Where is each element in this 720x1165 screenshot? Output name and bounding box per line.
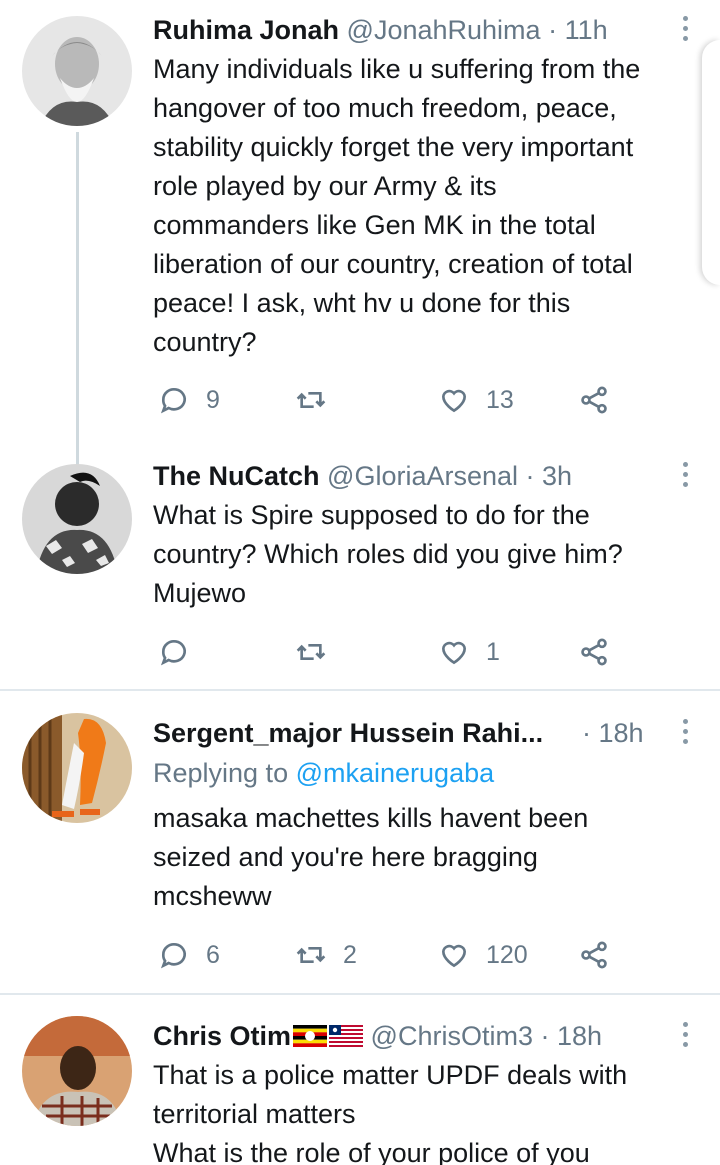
timestamp[interactable]: · 11h	[548, 15, 608, 45]
like-count: 1	[486, 637, 500, 666]
retweet-button[interactable]	[295, 380, 343, 420]
share-icon	[581, 941, 607, 969]
reply-count: 9	[206, 385, 220, 414]
share-button[interactable]	[578, 632, 610, 672]
retweet-icon	[296, 392, 326, 408]
timestamp[interactable]: · 18h	[582, 718, 644, 748]
more-icon[interactable]	[682, 462, 690, 490]
reply-icon	[160, 388, 186, 414]
tweet-text: Many individuals like u suffering from t…	[153, 54, 641, 357]
retweet-count: 2	[343, 940, 357, 969]
share-icon	[581, 386, 607, 414]
retweet-button[interactable]	[295, 632, 343, 672]
user-handle[interactable]: @ChrisOtim3	[371, 1021, 533, 1051]
more-icon[interactable]	[682, 16, 690, 44]
action-bar: 6 2 120	[153, 935, 623, 975]
uganda-flag-icon	[293, 1018, 328, 1047]
display-name[interactable]: Chris Otim	[153, 1021, 291, 1051]
like-icon	[441, 641, 467, 665]
tweet-header: The NuCatch @GloriaArsenal · 3h	[153, 456, 572, 496]
tweet-text: masaka machettes kills havent been seize…	[153, 803, 589, 911]
like-count: 13	[486, 385, 514, 414]
share-button[interactable]	[578, 380, 610, 420]
avatar[interactable]	[22, 713, 132, 823]
retweet-button[interactable]: 2	[295, 935, 357, 975]
user-handle[interactable]: @JonahRuhima	[347, 15, 541, 45]
divider	[0, 993, 720, 995]
action-bar: 9 13	[153, 380, 623, 420]
action-bar: 1	[153, 632, 623, 672]
like-button[interactable]: 13	[438, 380, 514, 420]
avatar[interactable]	[22, 1016, 132, 1126]
avatar[interactable]	[22, 464, 132, 574]
tweet-4[interactable]: Chris Otim @ChrisOtim3 · 18h That is a p…	[0, 1016, 720, 1165]
tweet-text: That is a police matter UPDF deals with …	[153, 1060, 628, 1165]
display-name[interactable]: The NuCatch	[153, 461, 320, 491]
reply-icon	[160, 943, 186, 969]
reply-icon	[160, 640, 186, 666]
retweet-icon	[296, 947, 326, 963]
timestamp-wrap: · 18h	[582, 713, 644, 753]
replying-to: Replying to @mkainerugaba	[153, 754, 494, 793]
tweet-text: What is Spire supposed to do for the cou…	[153, 500, 623, 608]
more-icon[interactable]	[682, 719, 690, 747]
reply-count: 6	[206, 940, 220, 969]
tweet-1[interactable]: Ruhima Jonah @JonahRuhima · 11h Many ind…	[0, 10, 720, 467]
user-handle[interactable]: @GloriaArsenal	[327, 461, 518, 491]
tweet-header: Chris Otim @ChrisOtim3 · 18h	[153, 1016, 602, 1056]
share-button[interactable]	[578, 935, 610, 975]
thread-line	[76, 132, 79, 467]
reply-button[interactable]	[158, 632, 206, 672]
display-name[interactable]: Ruhima Jonah	[153, 15, 339, 45]
like-count: 120	[486, 940, 528, 969]
tweet-header: Ruhima Jonah @JonahRuhima · 11h	[153, 10, 608, 50]
timestamp[interactable]: · 18h	[540, 1021, 602, 1051]
like-icon	[441, 389, 467, 413]
tweet-3[interactable]: Sergent_major Hussein Rahi... · 18h Repl…	[0, 713, 720, 983]
tweet-header: Sergent_major Hussein Rahi...	[153, 713, 543, 753]
like-button[interactable]: 1	[438, 632, 500, 672]
reply-button[interactable]: 9	[158, 380, 220, 420]
replying-to-label: Replying to	[153, 758, 296, 788]
timestamp[interactable]: · 3h	[526, 461, 573, 491]
liberia-flag-icon	[329, 1018, 364, 1047]
display-name[interactable]: Sergent_major Hussein Rahi...	[153, 718, 543, 748]
divider	[0, 689, 720, 691]
share-icon	[581, 638, 607, 666]
tweet-2[interactable]: The NuCatch @GloriaArsenal · 3h What is …	[0, 456, 720, 686]
like-button[interactable]: 120	[438, 935, 528, 975]
mention-link[interactable]: @mkainerugaba	[296, 758, 495, 788]
reply-button[interactable]: 6	[158, 935, 220, 975]
avatar[interactable]	[22, 16, 132, 126]
retweet-icon	[296, 644, 326, 660]
more-icon[interactable]	[682, 1022, 690, 1050]
like-icon	[441, 944, 467, 968]
